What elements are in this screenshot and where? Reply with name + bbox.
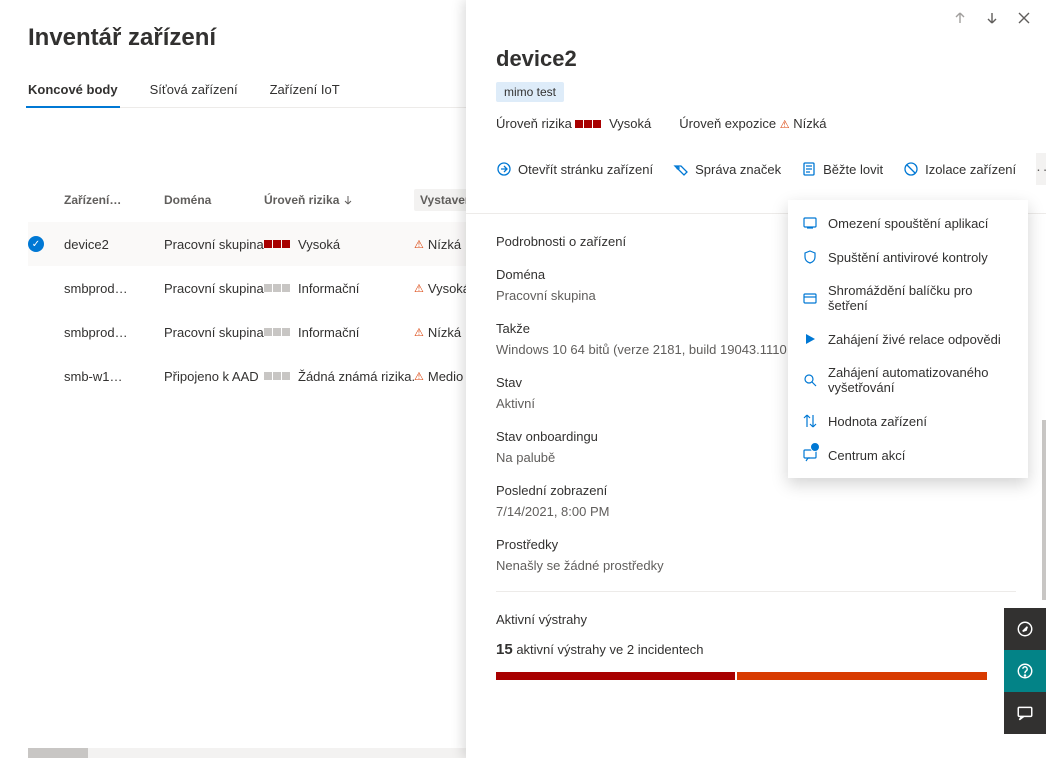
go-hunt-button[interactable]: Běžte lovit <box>801 161 883 177</box>
action-bar: Otevřít stránku zařízení Správa značek B… <box>496 153 1016 185</box>
cell-risk: Informační <box>264 281 414 296</box>
cell-device: smb-w1… <box>64 369 164 384</box>
float-btn-help[interactable] <box>1004 650 1046 692</box>
last-seen-label: Poslední zobrazení <box>496 483 1016 498</box>
exposure-level-value: Nízká <box>793 116 826 131</box>
panel-close-icon[interactable] <box>1016 10 1032 26</box>
menu-action-center[interactable]: Centrum akcí <box>788 438 1028 472</box>
cell-device: smbprod… <box>64 281 164 296</box>
risk-level-label: Úroveň rizika <box>496 116 572 131</box>
warning-icon: ⚠ <box>414 282 424 295</box>
panel-up-icon[interactable] <box>952 10 968 26</box>
risk-level-indicator <box>575 120 601 128</box>
severity-red <box>496 672 735 680</box>
alerts-count: 15 <box>496 641 513 658</box>
alerts-text: aktivní výstrahy ve 2 incidentech <box>516 642 703 657</box>
last-seen-value: 7/14/2021, 8:00 PM <box>496 504 1016 519</box>
warning-icon: ⚠ <box>414 326 424 339</box>
open-device-page-button[interactable]: Otevřít stránku zařízení <box>496 161 653 177</box>
warning-icon: ⚠ <box>414 370 424 383</box>
selected-check-icon: ✓ <box>28 236 44 252</box>
col-domain[interactable]: Doména <box>164 193 264 207</box>
panel-down-icon[interactable] <box>984 10 1000 26</box>
resources-label: Prostředky <box>496 537 1016 552</box>
menu-device-value[interactable]: Hodnota zařízení <box>788 404 1028 438</box>
cell-domain: Pracovní skupina <box>164 237 264 252</box>
float-btn-feedback[interactable] <box>1004 692 1046 734</box>
menu-live-response[interactable]: Zahájení živé relace odpovědi <box>788 322 1028 356</box>
cell-risk: Informační <box>264 325 414 340</box>
risk-level-value: Vysoká <box>609 116 651 131</box>
active-alerts-title: Aktivní výstrahy <box>496 612 587 627</box>
menu-collect-package[interactable]: Shromáždění balíčku pro šetření <box>788 274 1028 322</box>
cell-device: smbprod… <box>64 325 164 340</box>
float-btn-compass[interactable] <box>1004 608 1046 650</box>
alerts-summary: 15 aktivní výstrahy ve 2 incidentech <box>496 641 1016 658</box>
resources-value: Nenašly se žádné prostředky <box>496 558 1016 573</box>
device-name-heading: device2 <box>496 46 1016 72</box>
tab-network-devices[interactable]: Síťová zařízení <box>150 82 238 107</box>
warning-icon: ⚠ <box>414 238 424 251</box>
cell-domain: Pracovní skupina <box>164 325 264 340</box>
warning-icon: ⚠ <box>780 119 790 131</box>
manage-tags-button[interactable]: Správa značek <box>673 161 781 177</box>
device-actions-menu: Omezení spouštění aplikací Spuštění anti… <box>788 200 1028 478</box>
menu-run-antivirus[interactable]: Spuštění antivirové kontroly <box>788 240 1028 274</box>
notification-badge <box>810 442 820 452</box>
tab-endpoints[interactable]: Koncové body <box>28 82 118 107</box>
sort-down-icon <box>343 195 353 205</box>
exposure-level-label: Úroveň expozice <box>679 116 776 131</box>
menu-auto-investigate[interactable]: Zahájení automatizovaného vyšetřování <box>788 356 1028 404</box>
cell-risk: Žádná známá rizika. <box>264 369 414 384</box>
col-device[interactable]: Zařízení… <box>64 193 164 207</box>
active-alerts-accordion[interactable]: Aktivní výstrahy <box>496 591 1016 641</box>
severity-bar <box>496 672 1016 680</box>
isolate-device-button[interactable]: Izolace zařízení <box>903 161 1016 177</box>
cell-device: device2 <box>64 237 164 252</box>
floating-side-buttons <box>1004 608 1046 734</box>
cell-domain: Připojeno k AAD <box>164 369 264 384</box>
device-tag[interactable]: mimo test <box>496 82 564 102</box>
col-risk[interactable]: Úroveň rizika <box>264 193 414 207</box>
cell-risk: Vysoká <box>264 237 414 252</box>
severity-orange <box>737 672 987 680</box>
menu-restrict-app-exec[interactable]: Omezení spouštění aplikací <box>788 206 1028 240</box>
cell-domain: Pracovní skupina <box>164 281 264 296</box>
tab-iot-devices[interactable]: Zařízení IoT <box>270 82 340 107</box>
